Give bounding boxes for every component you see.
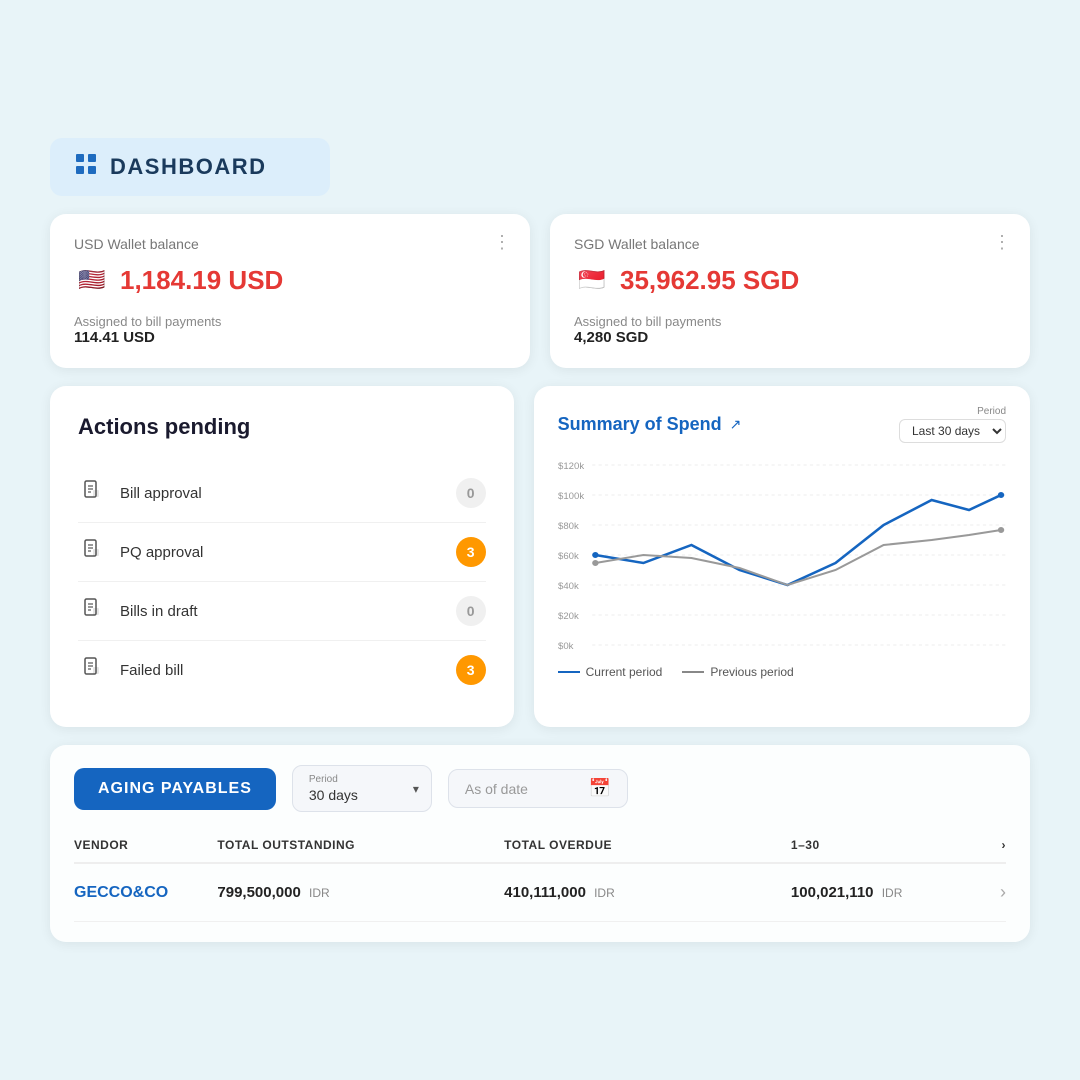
- total-outstanding: 799,500,000 IDR: [217, 884, 504, 901]
- period-filter[interactable]: Period 30 days ▾: [292, 765, 432, 812]
- vendor-name: GECCO&CO: [74, 884, 217, 902]
- action-badge: 0: [456, 596, 486, 626]
- main-row: Actions pending Bill approval 0: [50, 386, 1030, 727]
- actions-pending-card: Actions pending Bill approval 0: [50, 386, 514, 727]
- document-icon: [78, 598, 106, 624]
- sgd-wallet-card: ⋮ SGD Wallet balance 🇸🇬 35,962.95 SGD As…: [550, 214, 1030, 368]
- sgd-wallet-menu[interactable]: ⋮: [993, 232, 1012, 253]
- sgd-amount: 35,962.95 SGD: [620, 265, 799, 296]
- action-label: Failed bill: [120, 662, 442, 679]
- legend-previous: Previous period: [682, 665, 793, 679]
- usd-assigned-label: Assigned to bill payments: [74, 314, 506, 329]
- usd-wallet-card: ⋮ USD Wallet balance 🇺🇸 1,184.19 USD Ass…: [50, 214, 530, 368]
- action-label: Bill approval: [120, 485, 442, 502]
- svg-text:$20k: $20k: [558, 611, 579, 621]
- external-link-icon[interactable]: ↗: [730, 416, 742, 433]
- table-header: VENDOR TOTAL OUTSTANDING TOTAL OVERDUE 1…: [74, 828, 1006, 864]
- document-icon: [78, 539, 106, 565]
- as-of-date-filter[interactable]: As of date 📅: [448, 769, 628, 808]
- sgd-flag: 🇸🇬: [574, 262, 610, 298]
- aging-payables-section: AGING PAYABLES Period 30 days ▾ As of da…: [50, 745, 1030, 942]
- actions-pending-title: Actions pending: [78, 414, 486, 440]
- usd-wallet-label: USD Wallet balance: [74, 236, 506, 252]
- col-overdue: TOTAL OVERDUE: [504, 838, 791, 852]
- aging-table: VENDOR TOTAL OUTSTANDING TOTAL OVERDUE 1…: [74, 828, 1006, 922]
- action-label: PQ approval: [120, 544, 442, 561]
- action-badge: 0: [456, 478, 486, 508]
- actions-list: Bill approval 0 PQ approval 3: [78, 464, 486, 699]
- action-badge: 3: [456, 537, 486, 567]
- svg-text:$120k: $120k: [558, 461, 585, 471]
- table-row[interactable]: GECCO&CO 799,500,000 IDR 410,111,000 IDR…: [74, 864, 1006, 922]
- period-selector[interactable]: Period Last 30 days Last 7 days Last 90 …: [899, 406, 1006, 443]
- aging-rows: GECCO&CO 799,500,000 IDR 410,111,000 IDR…: [74, 864, 1006, 922]
- wallet-row: ⋮ USD Wallet balance 🇺🇸 1,184.19 USD Ass…: [50, 214, 1030, 368]
- col-vendor: VENDOR: [74, 838, 217, 852]
- svg-text:$100k: $100k: [558, 491, 585, 501]
- document-icon: [78, 657, 106, 683]
- spend-chart: $120k $100k $80k $60k $40k $20k $0k: [558, 457, 1006, 657]
- total-overdue: 410,111,000 IDR: [504, 884, 791, 901]
- usd-assigned-value: 114.41 USD: [74, 329, 506, 346]
- document-icon: [78, 480, 106, 506]
- action-item[interactable]: PQ approval 3: [78, 523, 486, 582]
- svg-text:$40k: $40k: [558, 581, 579, 591]
- col-range: 1–30: [791, 838, 963, 852]
- sgd-assigned-label: Assigned to bill payments: [574, 314, 1006, 329]
- calendar-icon: 📅: [588, 778, 610, 799]
- action-label: Bills in draft: [120, 603, 442, 620]
- period-select[interactable]: Last 30 days Last 7 days Last 90 days: [899, 419, 1006, 443]
- sgd-wallet-label: SGD Wallet balance: [574, 236, 1006, 252]
- period-label: Period: [977, 406, 1006, 417]
- col-outstanding: TOTAL OUTSTANDING: [217, 838, 504, 852]
- col-arrow[interactable]: ›: [963, 838, 1006, 852]
- legend-current: Current period: [558, 665, 663, 679]
- usd-flag: 🇺🇸: [74, 262, 110, 298]
- period-filter-label: Period: [309, 774, 415, 785]
- action-item[interactable]: Bills in draft 0: [78, 582, 486, 641]
- sgd-assigned-value: 4,280 SGD: [574, 329, 1006, 346]
- svg-text:$60k: $60k: [558, 551, 579, 561]
- range-1-30: 100,021,110 IDR: [791, 884, 963, 901]
- usd-wallet-menu[interactable]: ⋮: [493, 232, 512, 253]
- chart-legend: Current period Previous period: [558, 665, 1006, 679]
- svg-text:$80k: $80k: [558, 521, 579, 531]
- action-badge: 3: [456, 655, 486, 685]
- period-filter-value: 30 days: [309, 787, 415, 803]
- aging-title-badge: AGING PAYABLES: [74, 768, 276, 810]
- grid-icon: [74, 152, 98, 182]
- page-title: DASHBOARD: [110, 154, 267, 180]
- spend-title: Summary of Spend: [558, 414, 722, 435]
- aging-top-bar: AGING PAYABLES Period 30 days ▾ As of da…: [74, 765, 1006, 812]
- as-of-date-text: As of date: [465, 781, 579, 797]
- action-item[interactable]: Failed bill 3: [78, 641, 486, 699]
- period-filter-chevron: ▾: [413, 782, 419, 796]
- action-item[interactable]: Bill approval 0: [78, 464, 486, 523]
- spend-card: Summary of Spend ↗ Period Last 30 days L…: [534, 386, 1030, 727]
- usd-amount: 1,184.19 USD: [120, 265, 283, 296]
- svg-text:$0k: $0k: [558, 641, 574, 651]
- dashboard-header: DASHBOARD: [50, 138, 330, 196]
- row-arrow[interactable]: ›: [963, 882, 1006, 903]
